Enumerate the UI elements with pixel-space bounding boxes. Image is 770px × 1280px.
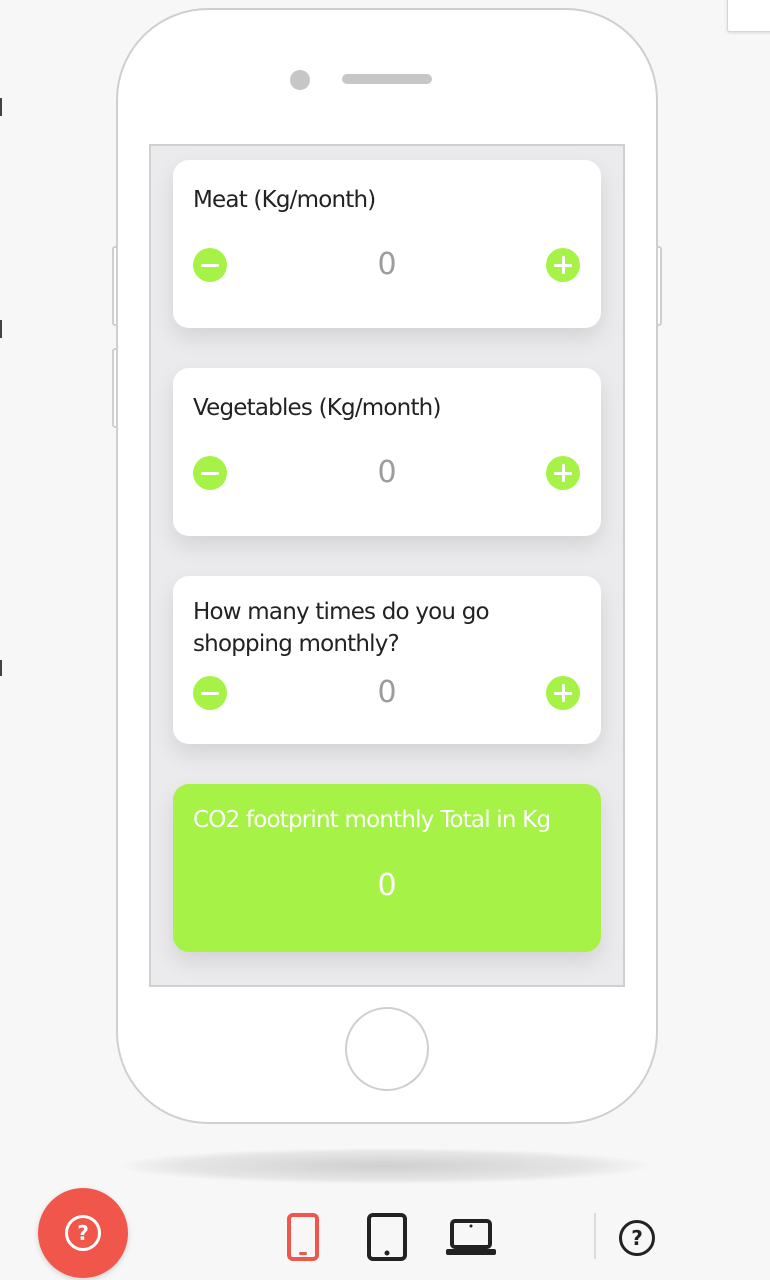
shopping-label: How many times do you go shopping monthl… (193, 599, 490, 657)
co2-total-value: 0 (377, 868, 397, 903)
toolbar-divider (594, 1213, 596, 1259)
meat-label: Meat (Kg/month) (193, 187, 376, 213)
phone-icon[interactable] (286, 1212, 320, 1262)
edge-mark (0, 660, 2, 676)
vegetables-label: Vegetables (Kg/month) (193, 395, 441, 421)
vegetables-quantity-input[interactable] (323, 452, 451, 492)
meat-quantity-input[interactable] (323, 244, 451, 284)
laptop-icon[interactable] (445, 1218, 497, 1258)
co2-total-label: CO2 footprint monthly Total in Kg (193, 807, 551, 833)
corner-panel (727, 0, 770, 32)
help-fab-button[interactable]: ? (38, 1188, 128, 1278)
edge-mark (0, 98, 2, 116)
vegetables-increment-button[interactable] (546, 456, 580, 490)
phone-home-button (345, 1007, 429, 1091)
shopping-decrement-button[interactable] (193, 676, 227, 710)
help-icon[interactable]: ? (619, 1220, 655, 1256)
vegetables-card: Vegetables (Kg/month) (173, 368, 601, 536)
speaker-grill (342, 74, 432, 84)
vegetables-decrement-button[interactable] (193, 456, 227, 490)
camera-dot (290, 70, 310, 90)
edge-mark (0, 320, 2, 338)
shopping-card: How many times do you go shopping monthl… (173, 576, 601, 744)
tablet-icon[interactable] (366, 1212, 408, 1262)
preview-page: Meat (Kg/month) Vegetables (Kg/month) Ho… (0, 0, 770, 1280)
co2-total-card: CO2 footprint monthly Total in Kg 0 (173, 784, 601, 952)
meat-card: Meat (Kg/month) (173, 160, 601, 328)
meat-increment-button[interactable] (546, 248, 580, 282)
meat-decrement-button[interactable] (193, 248, 227, 282)
help-fab-question-icon: ? (65, 1215, 101, 1251)
phone-shadow (120, 1148, 650, 1184)
shopping-quantity-input[interactable] (323, 672, 451, 712)
shopping-increment-button[interactable] (546, 676, 580, 710)
phone-screen: Meat (Kg/month) Vegetables (Kg/month) Ho… (149, 144, 625, 987)
